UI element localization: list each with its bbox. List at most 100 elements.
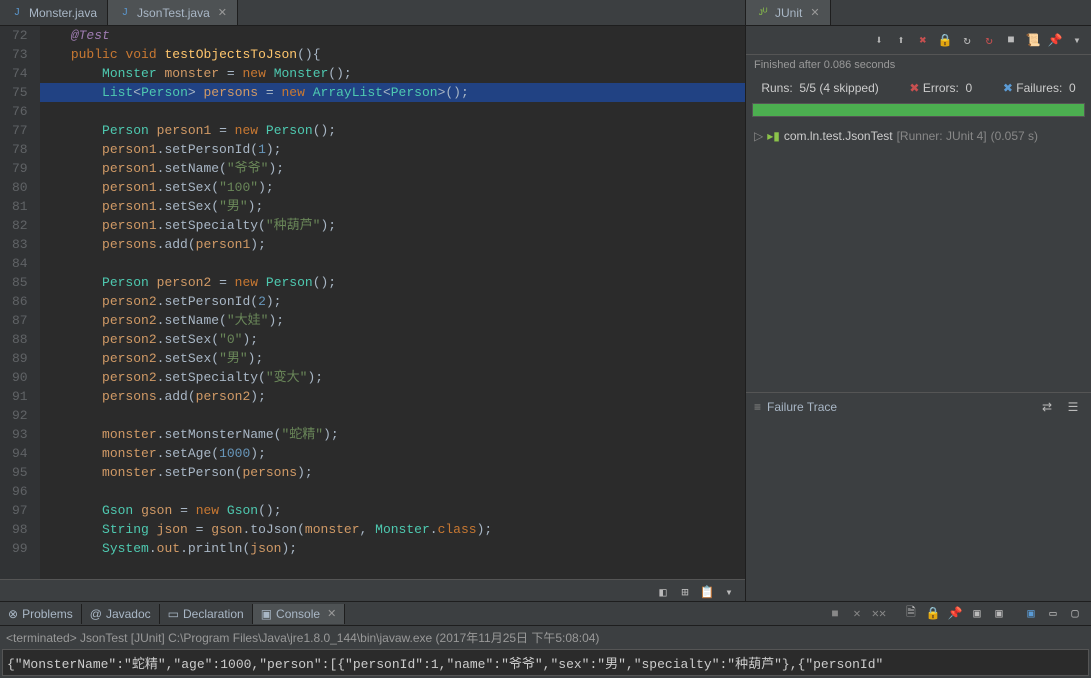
code-line[interactable]: Person person2 = new Person(); — [40, 273, 745, 292]
editor-tab[interactable]: J Monster.java — [0, 0, 108, 25]
test-progress-bar — [752, 103, 1085, 117]
pin-icon[interactable]: 📌 — [1045, 30, 1065, 50]
code-line[interactable]: person1.setSpecialty("种葫芦"); — [40, 216, 745, 235]
code-line[interactable] — [40, 254, 745, 273]
code-line[interactable] — [40, 482, 745, 501]
clear-console-icon[interactable]: 🗎 — [901, 604, 921, 624]
toolbar-icon[interactable]: ⊞ — [675, 582, 695, 602]
code-line[interactable]: Person person1 = new Person(); — [40, 121, 745, 140]
bottom-tab-console[interactable]: ▣ Console ✕ — [253, 604, 346, 624]
code-line[interactable]: List<Person> persons = new ArrayList<Per… — [40, 83, 745, 102]
code-line[interactable]: person2.setSpecialty("变大"); — [40, 368, 745, 387]
min-icon[interactable]: ▭ — [1043, 604, 1063, 624]
declaration-icon: ▭ — [168, 607, 179, 621]
code-line[interactable]: Gson gson = new Gson(); — [40, 501, 745, 520]
code-line[interactable]: person1.setSex("100"); — [40, 178, 745, 197]
code-line[interactable]: System.out.println(json); — [40, 539, 745, 558]
code-line[interactable]: persons.add(person2); — [40, 387, 745, 406]
open-console-icon[interactable]: ▣ — [989, 604, 1009, 624]
tab-label: Declaration — [183, 607, 244, 621]
editor-tabs: J Monster.java J JsonTest.java ✕ — [0, 0, 745, 26]
editor-lower-toolbar: ◧ ⊞ 📋 ▾ — [0, 579, 745, 601]
display-selected-icon[interactable]: ▣ — [967, 604, 987, 624]
code-line[interactable]: person1.setSex("男"); — [40, 197, 745, 216]
show-failures-icon[interactable]: ✖ — [913, 30, 933, 50]
next-failure-icon[interactable]: ⬆ — [891, 30, 911, 50]
failure-trace-body — [746, 421, 1091, 601]
tree-time: (0.057 s) — [991, 129, 1038, 143]
code-content[interactable]: @Test public void testObjectsToJson(){ M… — [40, 26, 745, 579]
close-icon[interactable]: ✕ — [810, 6, 819, 19]
junit-tree[interactable]: ▷ ▸▮ com.ln.test.JsonTest [Runner: JUnit… — [746, 125, 1091, 392]
toolbar-icon[interactable]: ◧ — [653, 582, 673, 602]
code-line[interactable] — [40, 406, 745, 425]
scroll-lock-icon[interactable]: 🔒 — [935, 30, 955, 50]
close-icon[interactable]: ✕ — [218, 6, 227, 19]
code-line[interactable]: @Test — [40, 26, 745, 45]
toolbar-icon[interactable]: ▾ — [719, 582, 739, 602]
tree-item[interactable]: ▷ ▸▮ com.ln.test.JsonTest [Runner: JUnit… — [754, 129, 1083, 143]
compare-icon[interactable]: ⇄ — [1037, 397, 1057, 417]
code-line[interactable]: person1.setPersonId(1); — [40, 140, 745, 159]
code-line[interactable]: monster.setPerson(persons); — [40, 463, 745, 482]
java-file-icon: J — [118, 6, 132, 20]
max-icon[interactable]: ▢ — [1065, 604, 1085, 624]
failure-trace-label: Failure Trace — [767, 400, 1031, 414]
prev-failure-icon[interactable]: ⬇ — [869, 30, 889, 50]
junit-panel: ᴊᵁ JUnit ✕ ⬇ ⬆ ✖ 🔒 ↻ ↻ ■ 📜 📌 ▾ Finished … — [746, 0, 1091, 601]
tab-label: Problems — [22, 607, 73, 621]
stop-icon[interactable]: ■ — [1001, 30, 1021, 50]
remove-all-icon[interactable]: ✕✕ — [869, 604, 889, 624]
errors-metric: ✖ Errors: 0 — [909, 81, 972, 95]
code-line[interactable]: person2.setSex("0"); — [40, 330, 745, 349]
bottom-tab-declaration[interactable]: ▭ Declaration — [160, 604, 253, 624]
junit-icon: ᴊᵁ — [756, 6, 770, 20]
filter-icon[interactable]: ☰ — [1063, 397, 1083, 417]
console-output[interactable]: {"MonsterName":"蛇精","age":1000,"person":… — [2, 649, 1089, 676]
pin-console-icon[interactable]: 📌 — [945, 604, 965, 624]
close-icon[interactable]: ✕ — [327, 607, 336, 620]
failure-trace-icon: ≡ — [754, 400, 761, 414]
remove-launch-icon[interactable]: ✕ — [847, 604, 867, 624]
bottom-panel: ⊗ Problems @Javadoc ▭ Declaration ▣ Console ✕ ■… — [0, 601, 1091, 678]
failures-metric: ✖ Failures: 0 — [1003, 81, 1076, 95]
tree-item-label: com.ln.test.JsonTest — [784, 129, 893, 143]
tab-label: Console — [276, 607, 320, 621]
code-line[interactable]: persons.add(person1); — [40, 235, 745, 254]
console-icon: ▣ — [261, 607, 272, 621]
code-line[interactable]: public void testObjectsToJson(){ — [40, 45, 745, 64]
history-icon[interactable]: 📜 — [1023, 30, 1043, 50]
terminate-icon[interactable]: ■ — [825, 604, 845, 624]
code-line[interactable]: person2.setSex("男"); — [40, 349, 745, 368]
menu-icon[interactable]: ▾ — [1067, 30, 1087, 50]
rerun-icon[interactable]: ↻ — [957, 30, 977, 50]
problems-icon: ⊗ — [8, 607, 18, 621]
show-console-icon[interactable]: ▣ — [1021, 604, 1041, 624]
bottom-tab-javadoc[interactable]: @Javadoc — [82, 604, 160, 624]
toolbar-icon[interactable]: 📋 — [697, 582, 717, 602]
line-gutter: 7273747576777879808182838485868788899091… — [0, 26, 40, 579]
code-line[interactable]: Monster monster = new Monster(); — [40, 64, 745, 83]
failure-trace-header: ≡ Failure Trace ⇄ ☰ — [746, 392, 1091, 421]
code-line[interactable]: person2.setPersonId(2); — [40, 292, 745, 311]
code-line[interactable]: monster.setMonsterName("蛇精"); — [40, 425, 745, 444]
javadoc-icon: @ — [90, 607, 102, 621]
rerun-failed-icon[interactable]: ↻ — [979, 30, 999, 50]
tab-label: Monster.java — [29, 6, 97, 20]
code-line[interactable] — [40, 102, 745, 121]
tab-label: JUnit — [775, 6, 802, 20]
bottom-tab-problems[interactable]: ⊗ Problems — [0, 604, 82, 624]
code-line[interactable]: person2.setName("大娃"); — [40, 311, 745, 330]
code-line[interactable]: monster.setAge(1000); — [40, 444, 745, 463]
expand-icon[interactable]: ▷ — [754, 129, 763, 143]
code-line[interactable]: String json = gson.toJson(monster, Monst… — [40, 520, 745, 539]
editor-panel: J Monster.java J JsonTest.java ✕ 72737475767… — [0, 0, 746, 601]
tab-label: JsonTest.java — [137, 6, 210, 20]
java-file-icon: J — [10, 6, 24, 20]
junit-status-text: Finished after 0.086 seconds — [746, 55, 1091, 75]
test-run-icon: ▸▮ — [767, 129, 780, 143]
editor-tab[interactable]: J JsonTest.java ✕ — [108, 0, 238, 25]
tab-junit[interactable]: ᴊᵁ JUnit ✕ — [746, 0, 831, 25]
scroll-lock-icon[interactable]: 🔒 — [923, 604, 943, 624]
code-line[interactable]: person1.setName("爷爷"); — [40, 159, 745, 178]
